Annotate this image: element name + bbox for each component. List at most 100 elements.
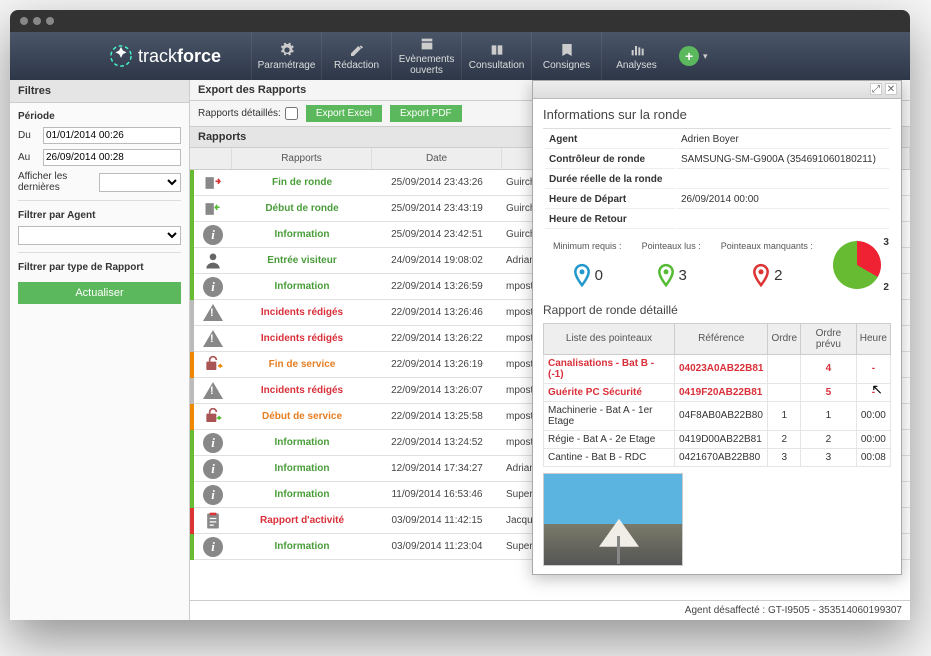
pin-read-value: 3 [679, 267, 687, 284]
nav-redaction[interactable]: Rédaction [321, 32, 391, 80]
status-bar: Agent désaffecté : GT-I9505 - 3535140601… [190, 600, 910, 620]
info-val: SAMSUNG-SM-G900A (354691060180211) [677, 151, 889, 169]
row-type-icon: i [194, 277, 232, 297]
ronde-photo [543, 473, 683, 566]
logo: trackforce [10, 45, 251, 67]
pin-min-value: 0 [595, 267, 603, 284]
row-type-icon [194, 251, 232, 271]
detail-col[interactable]: Référence [674, 323, 768, 354]
row-report: Incidents rédigés [232, 307, 372, 318]
row-date: 22/09/2014 13:26:59 [372, 281, 502, 292]
pin-min-label: Minimum requis : [553, 241, 622, 261]
info-val [677, 211, 889, 229]
row-type-icon: i [194, 225, 232, 245]
info-val: Adrien Boyer [677, 131, 889, 149]
detail-col[interactable]: Heure [856, 323, 890, 354]
nav-parametrage[interactable]: Paramétrage [251, 32, 321, 80]
row-report: Information [232, 463, 372, 474]
filters-title: Filtres [10, 80, 189, 103]
from-input[interactable] [43, 127, 181, 144]
to-label: Au [18, 152, 39, 163]
row-report: Information [232, 541, 372, 552]
nav-redaction-icon [349, 42, 365, 58]
row-date: 03/09/2014 11:23:04 [372, 541, 502, 552]
row-date: 03/09/2014 11:42:15 [372, 515, 502, 526]
pin-min-icon [572, 263, 592, 289]
info-val [677, 171, 889, 189]
nav-consultation[interactable]: Consultation [461, 32, 531, 80]
row-type-icon [194, 511, 232, 531]
ronde-info-table: AgentAdrien BoyerContrôleur de rondeSAMS… [543, 128, 891, 231]
row-type-icon [194, 330, 232, 347]
detail-row[interactable]: Canalisations - Bat B - (-1)04023A0AB22B… [544, 354, 891, 383]
panel-close-icon[interactable]: ✕ [885, 83, 897, 95]
nav-analyses-icon [629, 42, 645, 58]
pin-read-icon [656, 263, 676, 289]
row-type-icon: i [194, 537, 232, 557]
footer-right: Agent désaffecté : GT-I9505 - 3535140601… [685, 605, 902, 616]
col-rapports[interactable]: Rapports [232, 148, 372, 169]
show-last-label: Afficher les dernières [18, 171, 95, 193]
window-titlebar [10, 10, 910, 32]
row-date: 25/09/2014 23:43:19 [372, 203, 502, 214]
filter-agent-label: Filtrer par Agent [18, 210, 181, 221]
detail-col[interactable]: Ordre prévu [801, 323, 857, 354]
nav-add-button[interactable]: + [679, 46, 699, 66]
info-key: Agent [545, 131, 675, 149]
row-date: 22/09/2014 13:25:58 [372, 411, 502, 422]
row-date: 12/09/2014 17:34:27 [372, 463, 502, 474]
panel-subtitle: Rapport de ronde détaillé [543, 303, 891, 317]
detail-row[interactable]: Cantine - Bat B - RDC0421670AB22B803300:… [544, 448, 891, 466]
info-key: Heure de Retour [545, 211, 675, 229]
detail-col[interactable]: Ordre [768, 323, 801, 354]
refresh-button[interactable]: Actualiser [18, 282, 181, 304]
info-key: Durée réelle de la ronde [545, 171, 675, 189]
panel-title: Informations sur la ronde [543, 107, 891, 122]
nav-parametrage-icon [279, 42, 295, 58]
row-report: Information [232, 281, 372, 292]
row-date: 22/09/2014 13:26:22 [372, 333, 502, 344]
row-report: Entrée visiteur [232, 255, 372, 266]
row-report: Incidents rédigés [232, 333, 372, 344]
nav-consignes[interactable]: Consignes [531, 32, 601, 80]
detail-checkbox[interactable] [285, 107, 298, 120]
top-nav: trackforce ParamétrageRédactionEvènement… [10, 32, 910, 80]
detail-row[interactable]: Machinerie - Bat A - 1er Etage04F8AB0AB2… [544, 401, 891, 430]
col-date[interactable]: Date [372, 148, 502, 169]
ronde-panel: ⤢ ✕ Informations sur la ronde AgentAdrie… [532, 80, 902, 575]
nav-add-caret[interactable]: ▾ [703, 51, 708, 62]
detail-col[interactable]: Liste des pointeaux [544, 323, 675, 354]
row-date: 25/09/2014 23:42:51 [372, 229, 502, 240]
row-type-icon [194, 382, 232, 399]
traffic-dot[interactable] [46, 17, 54, 25]
nav-analyses[interactable]: Analyses [601, 32, 671, 80]
nav-evenements[interactable]: Evènements ouverts [391, 32, 461, 80]
detail-row[interactable]: Régie - Bat A - 2e Etage0419D00AB22B8122… [544, 430, 891, 448]
row-type-icon: i [194, 459, 232, 479]
row-type-icon: i [194, 485, 232, 505]
export-pdf-button[interactable]: Export PDF [390, 105, 462, 122]
show-last-select[interactable] [99, 173, 182, 192]
pin-miss-label: Pointeaux manquants : [721, 241, 813, 261]
panel-expand-icon[interactable]: ⤢ [870, 83, 882, 95]
row-type-icon [194, 407, 232, 427]
row-date: 22/09/2014 13:24:52 [372, 437, 502, 448]
row-report: Fin de service [232, 359, 372, 370]
row-date: 11/09/2014 16:53:46 [372, 489, 502, 500]
to-input[interactable] [43, 149, 181, 166]
logo-icon [110, 45, 132, 67]
row-type-icon: i [194, 433, 232, 453]
detail-table: Liste des pointeauxRéférenceOrdreOrdre p… [543, 323, 891, 467]
row-date: 22/09/2014 13:26:46 [372, 307, 502, 318]
nav-consignes-icon [559, 42, 575, 58]
filter-agent-select[interactable] [18, 226, 181, 245]
row-date: 25/09/2014 23:43:26 [372, 177, 502, 188]
traffic-dot[interactable] [20, 17, 28, 25]
row-report: Information [232, 229, 372, 240]
detail-row[interactable]: Guérite PC Sécurité0419F20AB22B815- [544, 383, 891, 401]
traffic-dot[interactable] [33, 17, 41, 25]
filter-type-label: Filtrer par type de Rapport [18, 262, 181, 273]
logo-text-a: track [138, 46, 177, 67]
row-report: Information [232, 489, 372, 500]
export-excel-button[interactable]: Export Excel [306, 105, 382, 122]
